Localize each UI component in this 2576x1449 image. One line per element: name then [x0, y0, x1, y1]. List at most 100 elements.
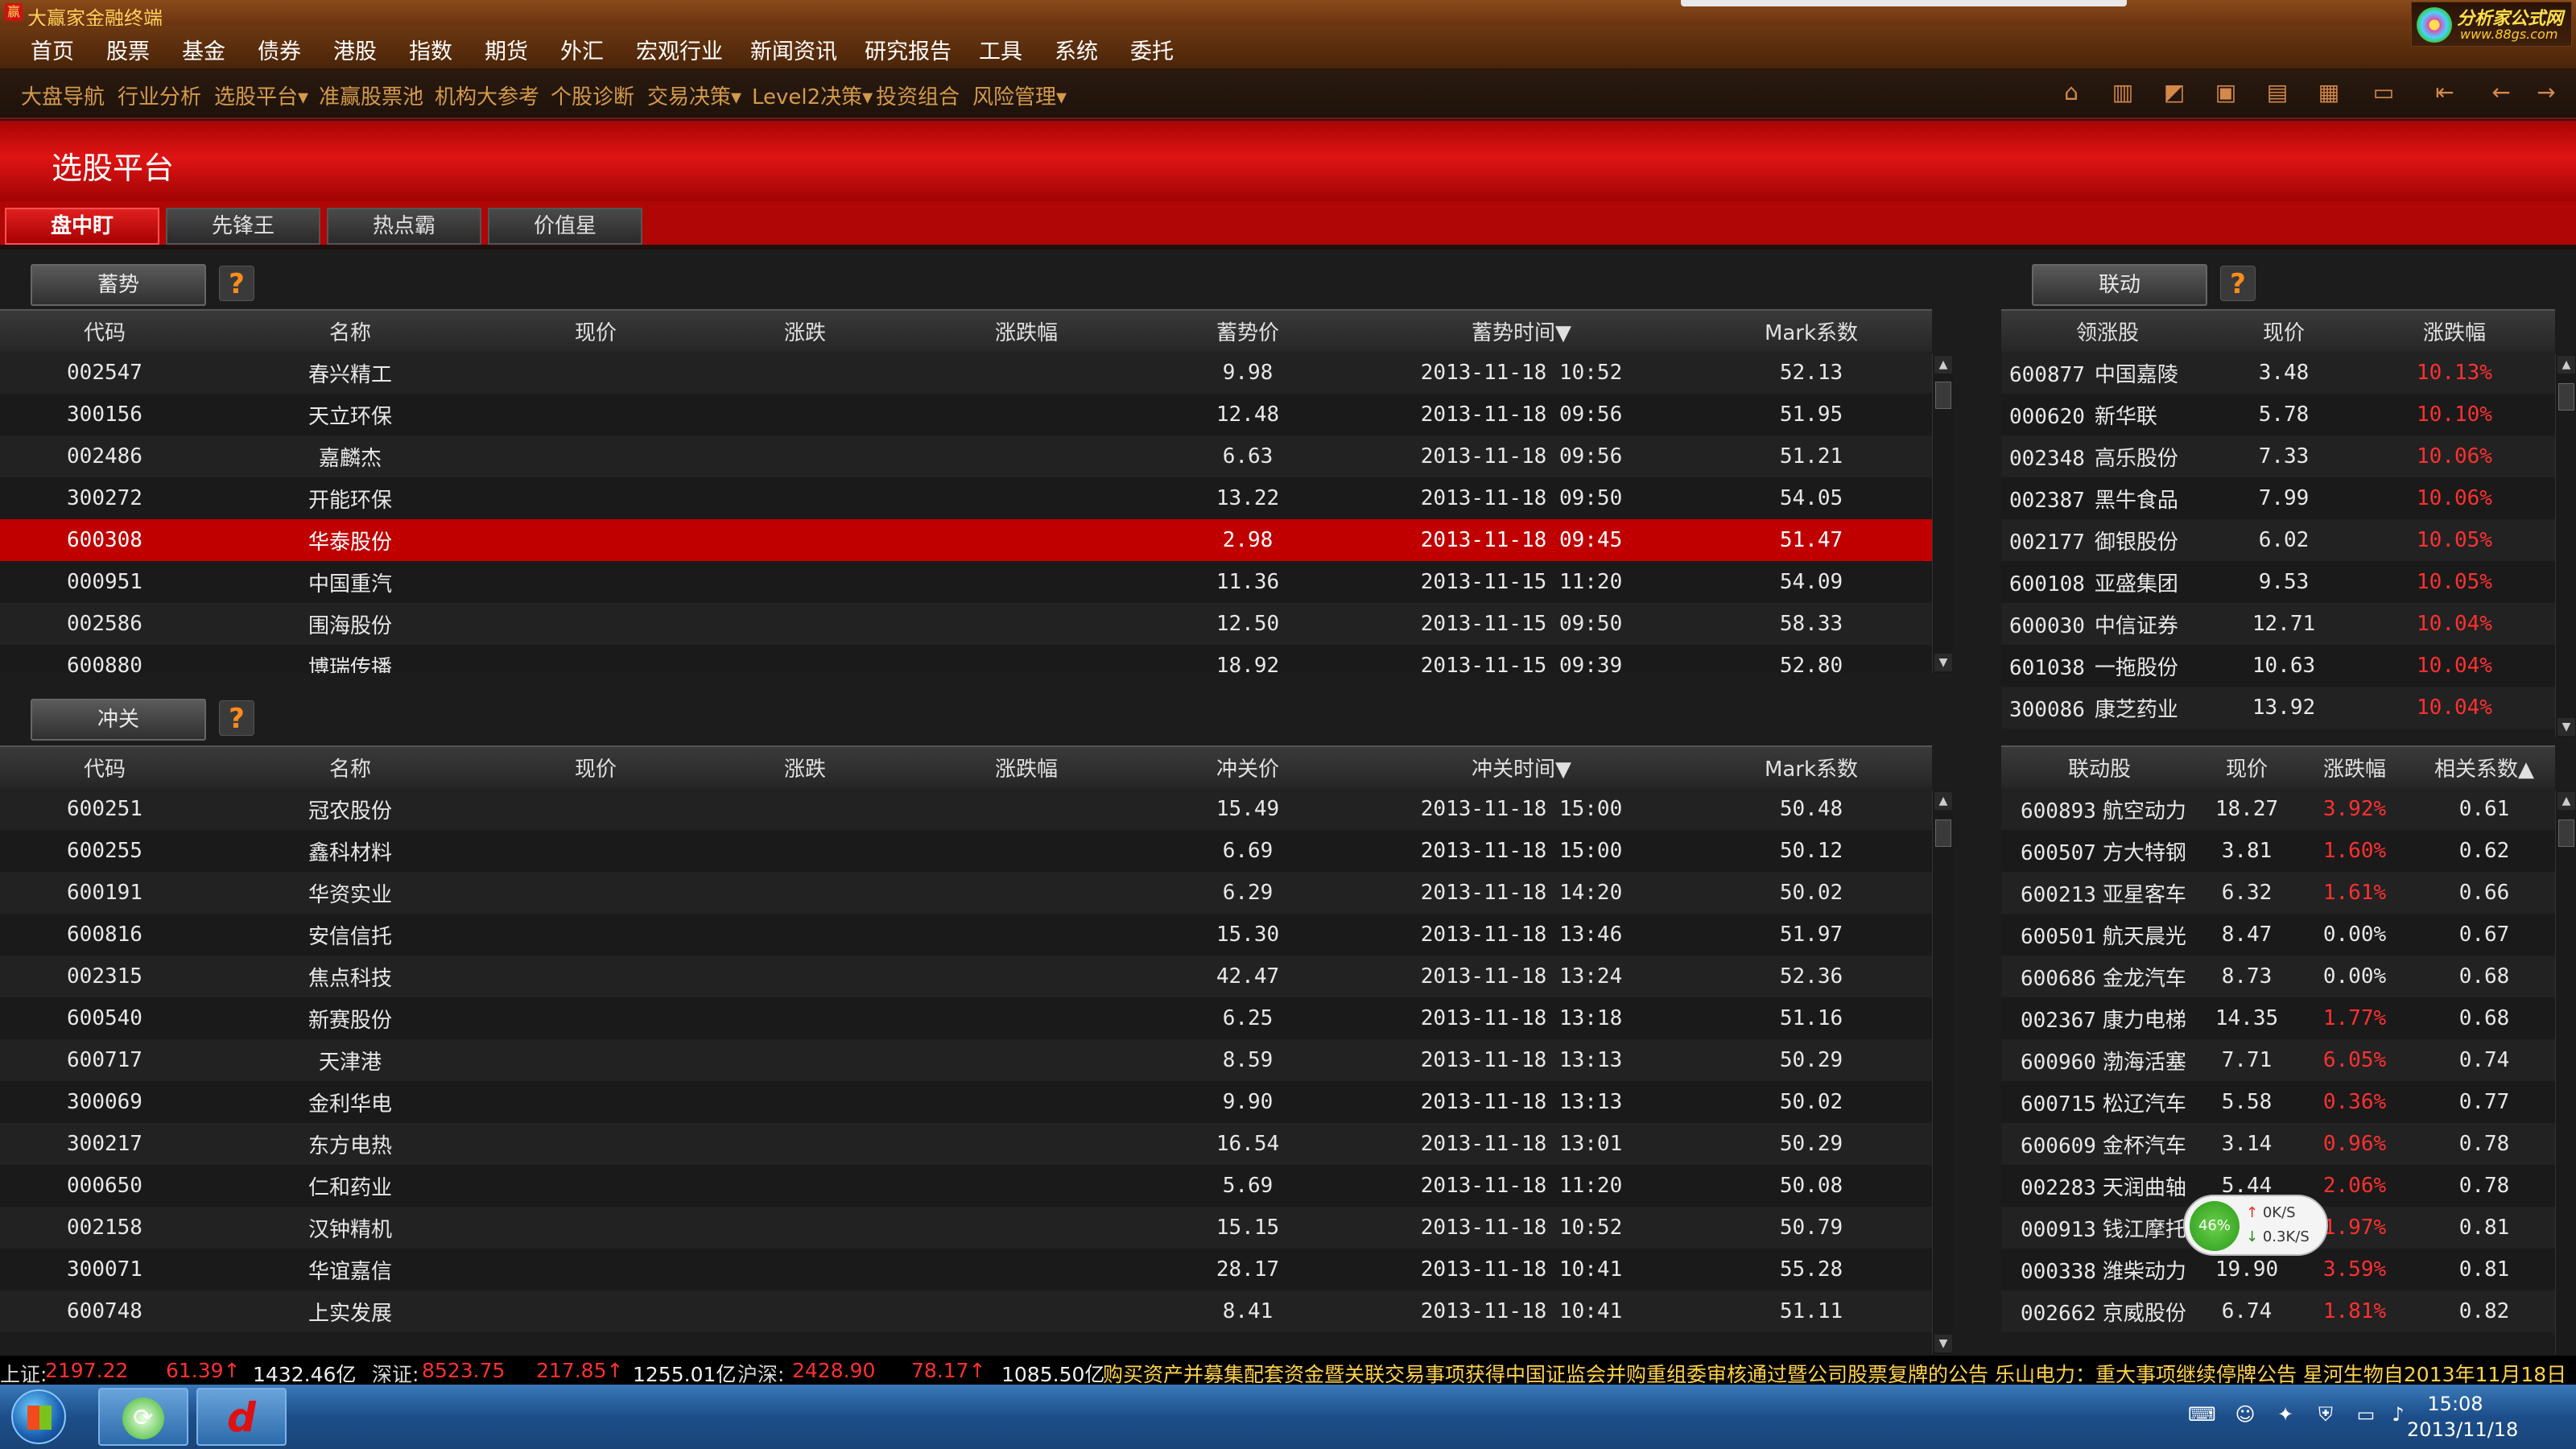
- table-row[interactable]: 002486 嘉麟杰 6.63 2013-11-18 09:56 51.21: [0, 436, 1932, 477]
- chongguan-help-icon[interactable]: ?: [219, 700, 254, 736]
- liandong-help-icon[interactable]: ?: [2220, 266, 2256, 301]
- submenu-level2[interactable]: Level2决策▾: [752, 80, 873, 110]
- table-row[interactable]: 600255 鑫科材料 6.69 2013-11-18 15:00 50.12: [0, 830, 1932, 872]
- menu-trade[interactable]: 委托: [1130, 34, 1174, 65]
- table-row[interactable]: 600251 冠农股份 15.49 2013-11-18 15:00 50.48: [0, 788, 1932, 830]
- table-row[interactable]: 300086 康芝药业 13.92 10.04%: [2001, 687, 2555, 729]
- table-row[interactable]: 600877 中国嘉陵 3.48 10.13%: [2001, 352, 2555, 394]
- column-header[interactable]: 联动股: [2001, 745, 2198, 788]
- column-header[interactable]: 现价: [2214, 309, 2354, 352]
- table-row[interactable]: 300069 金利华电 9.90 2013-11-18 13:13 50.02: [0, 1081, 1932, 1123]
- menu-index[interactable]: 指数: [409, 34, 452, 65]
- user-tray-icon[interactable]: ☺: [2233, 1402, 2257, 1426]
- scroll-down-icon[interactable]: ▼: [1934, 654, 1952, 671]
- panel-icon[interactable]: ▣: [2212, 79, 2240, 106]
- display-icon[interactable]: ▭: [2354, 1402, 2378, 1426]
- column-header[interactable]: 蓄势时间▼: [1352, 309, 1690, 352]
- chart-icon[interactable]: ◩: [2161, 79, 2188, 106]
- chongguan-scrollbar[interactable]: ▲ ▼: [1932, 791, 1953, 1354]
- menu-stocks[interactable]: 股票: [106, 34, 150, 65]
- table-row[interactable]: 600030 中信证券 12.71 10.04%: [2001, 603, 2555, 645]
- menu-news[interactable]: 新闻资讯: [750, 34, 837, 65]
- chongguan-button[interactable]: 冲关: [31, 699, 206, 741]
- column-header[interactable]: 现价: [491, 745, 700, 788]
- menu-system[interactable]: 系统: [1055, 34, 1098, 65]
- submenu-risk[interactable]: 风险管理▾: [972, 80, 1067, 110]
- column-header[interactable]: 代码: [0, 745, 209, 788]
- table-row[interactable]: 600213 亚星客车 6.32 1.61% 0.66: [2001, 872, 2555, 914]
- table-row[interactable]: 600507 方大特钢 3.81 1.60% 0.62: [2001, 830, 2555, 872]
- table-row[interactable]: 300071 华谊嘉信 28.17 2013-11-18 10:41 55.28: [0, 1249, 1932, 1290]
- taskbar-dayingjia-button[interactable]: d: [196, 1388, 287, 1446]
- table-row[interactable]: 002387 黑牛食品 7.99 10.06%: [2001, 477, 2555, 519]
- table-row[interactable]: 600816 安信信托 15.30 2013-11-18 13:46 51.97: [0, 914, 1932, 956]
- table-row[interactable]: 600893 航空动力 18.27 3.92% 0.61: [2001, 788, 2555, 830]
- taskbar-browser-button[interactable]: ⟳: [98, 1388, 188, 1446]
- table-row[interactable]: 601038 一拖股份 10.63 10.04%: [2001, 645, 2555, 687]
- scroll-up-icon[interactable]: ▲: [2557, 792, 2575, 810]
- book-icon[interactable]: ▥: [2109, 79, 2136, 106]
- start-button[interactable]: [11, 1389, 66, 1444]
- tab-jiazhixing[interactable]: 价值星: [488, 208, 642, 245]
- menu-funds[interactable]: 基金: [182, 34, 225, 65]
- column-header[interactable]: 涨跌: [700, 745, 910, 788]
- exit-icon[interactable]: ⇤: [2431, 79, 2458, 106]
- table-row[interactable]: 000951 中国重汽 11.36 2013-11-15 11:20 54.09: [0, 561, 1932, 603]
- column-header[interactable]: 冲关时间▼: [1352, 745, 1690, 788]
- network-tray-icon[interactable]: ✦: [2273, 1402, 2297, 1426]
- submenu-stock-picker[interactable]: 选股平台▾: [214, 80, 308, 110]
- table-row[interactable]: 002177 御银股份 6.02 10.05%: [2001, 519, 2555, 561]
- table-row[interactable]: 600686 金龙汽车 8.73 0.00% 0.68: [2001, 956, 2555, 997]
- table-row[interactable]: 300272 开能环保 13.22 2013-11-18 09:50 54.05: [0, 477, 1932, 519]
- menu-futures[interactable]: 期货: [485, 34, 528, 65]
- column-header[interactable]: 现价: [491, 309, 700, 352]
- screen-icon[interactable]: ▭: [2370, 79, 2397, 106]
- column-header[interactable]: 涨跌幅: [2296, 745, 2413, 788]
- f10-icon[interactable]: ▦: [2315, 79, 2343, 106]
- search-box[interactable]: [1681, 0, 2127, 6]
- table-row[interactable]: 002158 汉钟精机 15.15 2013-11-18 10:52 50.79: [0, 1207, 1932, 1249]
- table-row[interactable]: 600880 博瑞传播 18.92 2013-11-15 09:39 52.80: [0, 645, 1932, 673]
- system-clock[interactable]: 15:08 2013/11/18: [2407, 1391, 2518, 1443]
- submenu-market-nav[interactable]: 大盘导航: [21, 80, 105, 110]
- table-row[interactable]: 002662 京威股份 6.74 1.81% 0.82: [2001, 1290, 2555, 1332]
- network-speed-widget[interactable]: 46% ↑ 0K/S ↓ 0.3K/S: [2183, 1195, 2328, 1256]
- table-row[interactable]: 600501 航天晨光 8.47 0.00% 0.67: [2001, 914, 2555, 956]
- column-header[interactable]: 名称: [209, 309, 491, 352]
- table-row[interactable]: 600609 金杯汽车 3.14 0.96% 0.78: [2001, 1123, 2555, 1165]
- scroll-thumb[interactable]: [2558, 383, 2574, 411]
- table-row[interactable]: 600191 华资实业 6.29 2013-11-18 14:20 50.02: [0, 872, 1932, 914]
- liandong2-scrollbar[interactable]: ▲: [2555, 791, 2576, 1354]
- table-row[interactable]: 600715 松辽汽车 5.58 0.36% 0.77: [2001, 1081, 2555, 1123]
- column-header[interactable]: 涨跌幅: [910, 745, 1143, 788]
- submenu-industry[interactable]: 行业分析: [118, 80, 201, 110]
- column-header[interactable]: 代码: [0, 309, 209, 352]
- column-header[interactable]: 名称: [209, 745, 491, 788]
- menu-bonds[interactable]: 债券: [258, 34, 301, 65]
- table-row[interactable]: 000620 新华联 5.78 10.10%: [2001, 394, 2555, 436]
- scroll-up-icon[interactable]: ▲: [1934, 792, 1952, 810]
- menu-home[interactable]: 首页: [31, 34, 74, 65]
- tab-panzhongding[interactable]: 盘中盯: [5, 208, 159, 245]
- xushi-help-icon[interactable]: ?: [219, 266, 254, 301]
- column-header[interactable]: 涨跌: [700, 309, 910, 352]
- home-icon[interactable]: ⌂: [2058, 79, 2085, 106]
- menu-hk[interactable]: 港股: [333, 34, 377, 65]
- menu-research[interactable]: 研究报告: [865, 34, 952, 65]
- table-row[interactable]: 600748 上实发展 8.41 2013-11-18 10:41 51.11: [0, 1290, 1932, 1332]
- table-row[interactable]: 002547 春兴精工 9.98 2013-11-18 10:52 52.13: [0, 352, 1932, 394]
- news-scroll[interactable]: 购买资产并募集配套资金暨关联交易事项获得中国证监会并购重组委审核通过暨公司股票复…: [1103, 1359, 2566, 1385]
- table-row[interactable]: 000650 仁和药业 5.69 2013-11-18 11:20 50.08: [0, 1165, 1932, 1207]
- submenu-institution[interactable]: 机构大参考: [435, 80, 539, 110]
- column-header[interactable]: 领涨股: [2001, 309, 2214, 352]
- column-header[interactable]: Mark系数: [1690, 745, 1932, 788]
- forward-icon[interactable]: →: [2533, 79, 2560, 106]
- tab-xianfengwang[interactable]: 先锋王: [166, 208, 320, 245]
- menu-forex[interactable]: 外汇: [560, 34, 604, 65]
- table-row[interactable]: 600960 渤海活塞 7.71 6.05% 0.74: [2001, 1039, 2555, 1081]
- xushi-button[interactable]: 蓄势: [31, 264, 206, 306]
- submenu-stock-pool[interactable]: 准赢股票池: [319, 80, 423, 110]
- table-row[interactable]: 600717 天津港 8.59 2013-11-18 13:13 50.29: [0, 1039, 1932, 1081]
- submenu-diagnosis[interactable]: 个股诊断: [551, 80, 634, 110]
- table-row[interactable]: 002367 康力电梯 14.35 1.77% 0.68: [2001, 997, 2555, 1039]
